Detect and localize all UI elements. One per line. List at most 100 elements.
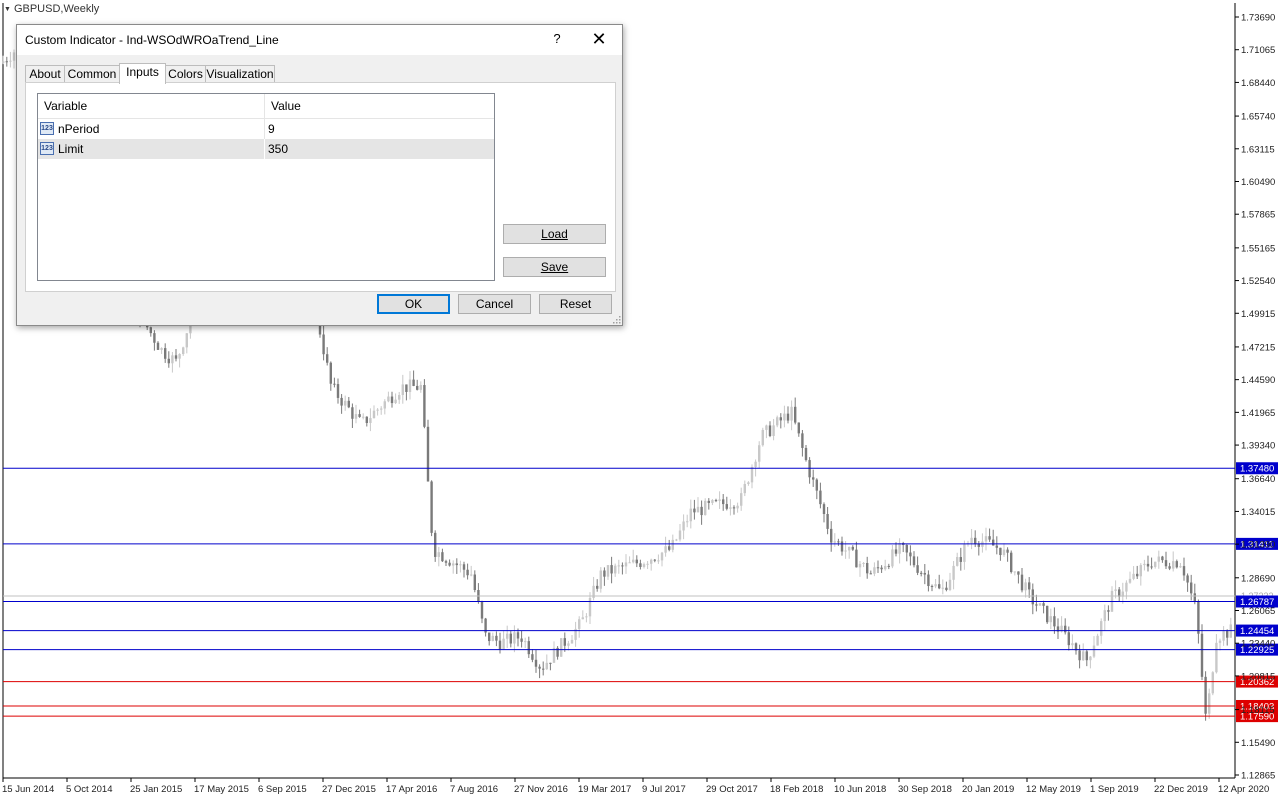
candle-body bbox=[1006, 549, 1009, 553]
resize-grip-icon[interactable] bbox=[611, 314, 621, 324]
candle-body bbox=[729, 507, 732, 509]
dialog-titlebar[interactable]: Custom Indicator - Ind-WSOdWROaTrend_Lin… bbox=[17, 25, 622, 55]
tab-visualization[interactable]: Visualization bbox=[205, 65, 275, 83]
tab-about[interactable]: About bbox=[25, 65, 65, 83]
date-tick-label: 18 Feb 2018 bbox=[770, 784, 823, 795]
candle-body bbox=[333, 383, 336, 385]
candle-body bbox=[329, 362, 332, 384]
candle-body bbox=[1017, 571, 1020, 575]
candle-body bbox=[1107, 610, 1110, 612]
candle-body bbox=[840, 541, 844, 552]
date-tick-label: 12 Apr 2020 bbox=[1218, 784, 1269, 795]
candle-body bbox=[1226, 631, 1229, 638]
candle-body bbox=[761, 429, 764, 446]
candle-body bbox=[678, 530, 682, 540]
candle-body bbox=[657, 560, 660, 562]
price-tick-label: 1.65740 bbox=[1241, 112, 1275, 123]
close-button[interactable]: ✕ bbox=[585, 27, 613, 51]
date-tick-label: 6 Sep 2015 bbox=[258, 784, 307, 795]
date-tick-label: 15 Jun 2014 bbox=[2, 784, 54, 795]
candle-body bbox=[552, 647, 556, 663]
param-value[interactable]: 350 bbox=[268, 142, 288, 156]
candle-body bbox=[603, 570, 606, 577]
candle-body bbox=[1186, 575, 1189, 583]
candle-body bbox=[599, 570, 602, 589]
date-tick-label: 29 Oct 2017 bbox=[706, 784, 758, 795]
tab-colors[interactable]: Colors bbox=[165, 65, 206, 83]
date-tick-label: 27 Dec 2015 bbox=[322, 784, 376, 795]
candle-body bbox=[1089, 656, 1092, 661]
candle-body bbox=[502, 638, 505, 650]
tab-inputs[interactable]: Inputs bbox=[119, 63, 166, 84]
candle-body bbox=[322, 334, 325, 355]
candle-body bbox=[948, 579, 952, 590]
column-header-value[interactable]: Value bbox=[271, 99, 301, 113]
candle-body bbox=[639, 563, 642, 567]
candle-body bbox=[786, 413, 790, 421]
help-button[interactable]: ? bbox=[549, 31, 565, 49]
candle-body bbox=[1082, 651, 1085, 661]
column-header-variable[interactable]: Variable bbox=[44, 99, 87, 113]
candle-body bbox=[466, 569, 469, 576]
candle-body bbox=[635, 559, 638, 564]
chart-symbol-label: GBPUSD,Weekly bbox=[13, 3, 100, 15]
param-row-nperiod[interactable]: 123 nPeriod 9 bbox=[38, 119, 494, 139]
candle-body bbox=[905, 544, 908, 553]
candle-body bbox=[419, 385, 422, 390]
candle-body bbox=[682, 521, 685, 531]
candle-body bbox=[171, 355, 174, 364]
level-label: 1.37480 bbox=[1240, 464, 1274, 475]
candle-body bbox=[1038, 603, 1042, 606]
ok-button[interactable]: OK bbox=[377, 294, 450, 314]
grid-header: Variable Value bbox=[38, 94, 494, 119]
price-tick-label: 1.15490 bbox=[1241, 738, 1275, 749]
save-button[interactable]: Save bbox=[503, 257, 606, 277]
candle-body bbox=[696, 506, 700, 513]
price-tick-label: 1.12865 bbox=[1241, 771, 1275, 782]
param-row-limit[interactable]: 123 Limit 350 bbox=[38, 139, 494, 159]
cancel-button[interactable]: Cancel bbox=[458, 294, 531, 314]
candle-body bbox=[884, 565, 887, 570]
candle-body bbox=[606, 565, 610, 577]
reset-button[interactable]: Reset bbox=[539, 294, 612, 314]
candle-body bbox=[642, 564, 646, 567]
candle-body bbox=[491, 635, 494, 642]
date-tick-label: 30 Sep 2018 bbox=[898, 784, 952, 795]
date-tick-label: 25 Jan 2015 bbox=[130, 784, 182, 795]
candle-body bbox=[725, 504, 728, 509]
candle-body bbox=[1100, 621, 1103, 636]
candle-body bbox=[938, 584, 941, 589]
candle-body bbox=[880, 567, 883, 570]
candle-body bbox=[671, 539, 674, 550]
date-tick-label: 22 Dec 2019 bbox=[1154, 784, 1208, 795]
tab-common[interactable]: Common bbox=[64, 65, 120, 83]
price-tick-label: 1.26065 bbox=[1241, 606, 1275, 617]
candle-body bbox=[686, 521, 689, 523]
candle-body bbox=[783, 413, 786, 421]
price-tick-label: 1.47215 bbox=[1241, 342, 1275, 353]
candle-body bbox=[743, 483, 746, 494]
candle-body bbox=[1096, 635, 1099, 646]
param-value[interactable]: 9 bbox=[268, 122, 275, 136]
price-tick-label: 1.31390 bbox=[1241, 540, 1275, 551]
dialog-title: Custom Indicator - Ind-WSOdWROaTrend_Lin… bbox=[25, 33, 279, 47]
parameters-grid[interactable]: Variable Value 123 nPeriod 9 123 Limit 3… bbox=[37, 93, 495, 281]
candle-body bbox=[12, 52, 16, 61]
price-tick-label: 1.36640 bbox=[1241, 474, 1275, 485]
date-tick-label: 19 Mar 2017 bbox=[578, 784, 631, 795]
load-button[interactable]: Load bbox=[503, 224, 606, 244]
candle-body bbox=[394, 399, 397, 404]
date-tick-label: 12 May 2019 bbox=[1026, 784, 1081, 795]
candle-body bbox=[1197, 601, 1200, 634]
candle-body bbox=[167, 358, 170, 364]
candle-body bbox=[801, 433, 804, 448]
level-label: 1.24454 bbox=[1240, 626, 1274, 637]
candle-body bbox=[506, 633, 509, 639]
candle-body bbox=[930, 586, 934, 588]
candle-body bbox=[1222, 631, 1225, 641]
chart-menu-triangle-icon[interactable]: ▼ bbox=[4, 6, 11, 13]
candle-body bbox=[1053, 616, 1056, 627]
candle-body bbox=[524, 641, 527, 643]
candle-body bbox=[909, 552, 912, 557]
candle-body bbox=[549, 662, 552, 664]
